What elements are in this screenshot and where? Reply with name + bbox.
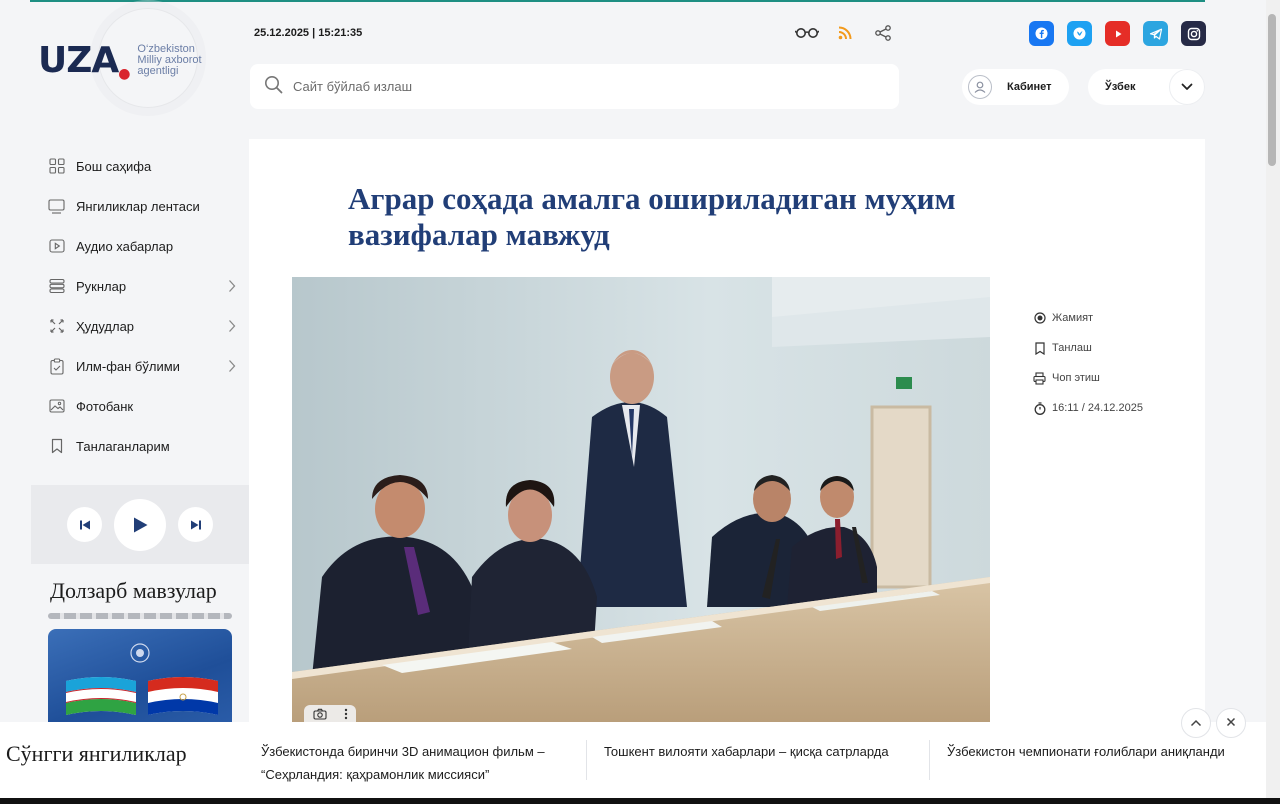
- youtube-icon[interactable]: [1105, 21, 1130, 46]
- topics-heading: Долзарб мавзулар: [50, 578, 217, 603]
- scrollbar-thumb[interactable]: [1268, 14, 1276, 166]
- printer-icon: [1033, 371, 1046, 385]
- article-category[interactable]: Жамият: [1033, 303, 1143, 333]
- ticker-item[interactable]: Ўзбекистонда биринчи 3D анимацион фильм …: [261, 740, 561, 786]
- search-input[interactable]: [293, 79, 853, 94]
- monitor-icon: [48, 198, 65, 215]
- topics-slider-indicator[interactable]: [48, 613, 232, 619]
- play-box-icon: [48, 238, 65, 255]
- play-button[interactable]: [114, 498, 166, 551]
- vk-icon[interactable]: [1067, 21, 1092, 46]
- sidebar-nav: Бош саҳифа Янгиликлар лентаси Аудио хаба…: [48, 146, 248, 466]
- sidebar-item-photobank[interactable]: Фотобанк: [48, 386, 248, 426]
- chevron-right-icon: [228, 359, 236, 376]
- instagram-icon[interactable]: [1181, 21, 1206, 46]
- user-icon: [968, 75, 992, 99]
- sidebar-item-label: Бош саҳифа: [76, 158, 152, 174]
- category-label: Жамият: [1052, 312, 1094, 324]
- layers-icon: [48, 278, 65, 295]
- close-icon: [1226, 714, 1236, 732]
- arrows-icon: [48, 318, 65, 335]
- current-datetime: 25.12.2025 | 15:21:35: [254, 27, 363, 39]
- chevron-down-icon[interactable]: [1169, 69, 1205, 105]
- sidebar-item-audio[interactable]: Аудио хабарлар: [48, 226, 248, 266]
- sidebar-item-label: Рукнлар: [76, 278, 127, 294]
- cabinet-button[interactable]: Кабинет: [962, 69, 1069, 105]
- ticker-close-button[interactable]: [1216, 708, 1246, 738]
- latest-news-ticker: Сўнгги янгиликлар Ўзбекистонда биринчи 3…: [0, 722, 1266, 798]
- chevron-right-icon: [228, 279, 236, 296]
- previous-track-button[interactable]: [67, 507, 102, 542]
- language-label: Ўзбек: [1105, 81, 1136, 93]
- ticker-item[interactable]: Тошкент вилояти хабарлари – қисқа сатрла…: [604, 740, 904, 763]
- ticker-divider: [929, 740, 930, 780]
- chevron-up-icon: [1190, 714, 1202, 732]
- sidebar-item-label: Танлаганларим: [76, 438, 170, 454]
- article-main-photo[interactable]: [292, 277, 990, 727]
- publish-time-label: 16:11 / 24.12.2025: [1052, 402, 1143, 414]
- top-accent-line: [30, 0, 1205, 2]
- publish-time: 16:11 / 24.12.2025: [1033, 393, 1143, 423]
- sidebar-item-label: Фотобанк: [76, 398, 134, 414]
- header-tools: [795, 22, 895, 44]
- sidebar-item-label: Аудио хабарлар: [76, 238, 174, 254]
- sidebar-item-science[interactable]: Илм-фан бўлими: [48, 346, 248, 386]
- telegram-icon[interactable]: [1143, 21, 1168, 46]
- search-icon[interactable]: [264, 75, 283, 99]
- logo-subtitle: O‘zbekiston Milliy axborot agentligi: [137, 43, 202, 77]
- grid-icon: [48, 158, 65, 175]
- stopwatch-icon: [1033, 401, 1046, 415]
- social-links: [1029, 21, 1206, 46]
- sidebar-item-label: Янгиликлар лентаси: [76, 198, 200, 214]
- article-title: Аграр соҳада амалга ошириладиган муҳим в…: [348, 181, 956, 252]
- ticker-item[interactable]: Ўзбекистон чемпионати ғолиблари аниқланд…: [947, 740, 1247, 763]
- glasses-icon[interactable]: [795, 22, 819, 44]
- sidebar-item-news-feed[interactable]: Янгиликлар лентаси: [48, 186, 248, 226]
- sidebar-item-label: Илм-фан бўлими: [76, 358, 180, 374]
- rss-icon[interactable]: [833, 22, 857, 44]
- clipboard-icon: [48, 357, 65, 375]
- article-meta: Жамият Танлаш Чоп этиш 16:11 / 24.12.202…: [1033, 303, 1143, 423]
- sidebar-item-home[interactable]: Бош саҳифа: [48, 146, 248, 186]
- sidebar-item-regions[interactable]: Ҳудудлар: [48, 306, 248, 346]
- ticker-title: Сўнгги янгиликлар: [6, 741, 187, 766]
- window-bottom-edge: [0, 798, 1280, 804]
- image-icon: [48, 398, 65, 415]
- radio-dot-icon: [1033, 312, 1046, 325]
- article-card: Аграр соҳада амалга ошириладиган муҳим в…: [249, 139, 1205, 739]
- language-select[interactable]: Ўзбек: [1088, 69, 1205, 105]
- sidebar-item-bookmarks[interactable]: Танлаганларим: [48, 426, 248, 466]
- facebook-icon[interactable]: [1029, 21, 1054, 46]
- search-bar: [250, 64, 899, 109]
- site-logo[interactable]: UZA● O‘zbekiston Milliy axborot agentlig…: [38, 8, 217, 108]
- sidebar-item-label: Ҳудудлар: [76, 318, 135, 334]
- audio-player: [31, 485, 249, 564]
- bookmark-icon: [1033, 341, 1046, 355]
- bookmark-icon: [48, 438, 65, 455]
- sidebar-item-sections[interactable]: Рукнлар: [48, 266, 248, 306]
- ticker-divider: [586, 740, 587, 780]
- print-button[interactable]: Чоп этиш: [1033, 363, 1143, 393]
- cabinet-label: Кабинет: [1007, 81, 1052, 93]
- share-icon[interactable]: [871, 22, 895, 44]
- select-label: Танлаш: [1052, 342, 1092, 354]
- ticker-collapse-button[interactable]: [1181, 708, 1211, 738]
- next-track-button[interactable]: [178, 507, 213, 542]
- print-label: Чоп этиш: [1052, 372, 1100, 384]
- chevron-right-icon: [228, 319, 236, 336]
- topic-card-image[interactable]: [48, 629, 232, 724]
- select-article-button[interactable]: Танлаш: [1033, 333, 1143, 363]
- logo-word: UZA●: [38, 40, 130, 82]
